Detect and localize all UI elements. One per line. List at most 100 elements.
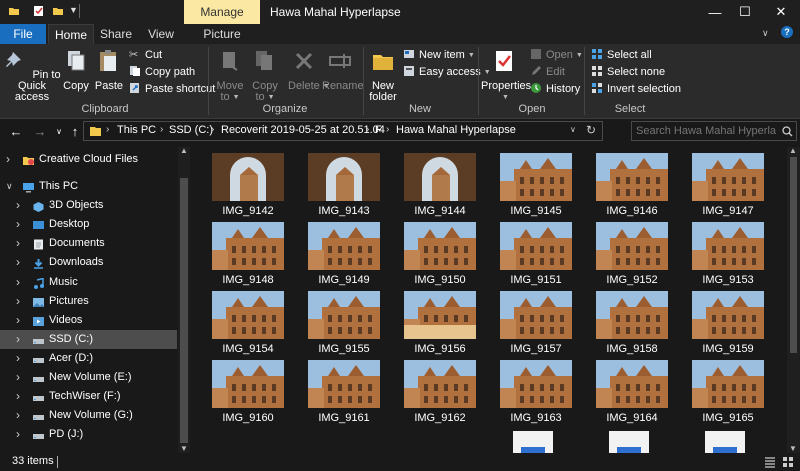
search-box[interactable] <box>631 121 797 141</box>
sidebar-item[interactable]: ∨ This PC <box>0 177 177 196</box>
chevron-right-icon[interactable]: › <box>16 234 20 253</box>
search-icon[interactable] <box>782 126 793 137</box>
content-scrollbar-thumb[interactable] <box>790 157 797 353</box>
sidebar-item[interactable]: › TechWiser (F:) <box>0 387 177 406</box>
properties-icon[interactable] <box>33 5 45 17</box>
file-tile[interactable] <box>513 431 553 453</box>
move-to-button[interactable]: Move to ▼ <box>214 48 246 103</box>
breadcrumb-separator: › <box>366 124 370 135</box>
scroll-up-arrow-icon[interactable]: ▲ <box>789 146 797 155</box>
address-dropdown-icon[interactable]: ∨ <box>570 125 576 134</box>
tab-share[interactable]: Share <box>97 24 135 44</box>
invert-selection-button[interactable]: Invert selection <box>591 82 681 96</box>
file-grid[interactable]: IMG_9142 IMG_9143 IMG_9144 IMG_9145 IMG_9146… <box>191 147 787 453</box>
minimize-button[interactable]: — <box>698 0 732 24</box>
chevron-right-icon[interactable]: › <box>6 150 10 169</box>
new-folder-button[interactable]: New folder <box>367 48 399 103</box>
breadcrumb-recoverit[interactable]: Recoverit 2019-05-25 at 20.51.04 <box>221 124 385 136</box>
image-thumbnail <box>500 153 572 201</box>
sidebar-item[interactable]: › Pictures <box>0 292 177 311</box>
scroll-up-arrow-icon[interactable]: ▲ <box>180 146 188 155</box>
tab-home[interactable]: Home <box>48 24 94 44</box>
ribbon-collapse-icon[interactable]: ∨ <box>762 28 769 39</box>
manage-context-tab[interactable]: Manage <box>184 0 260 24</box>
chevron-right-icon[interactable]: › <box>16 330 20 349</box>
copy-button[interactable]: Copy <box>62 48 90 92</box>
chevron-right-icon[interactable]: › <box>16 406 20 425</box>
maximize-button[interactable]: ☐ <box>728 0 762 24</box>
refresh-icon[interactable]: ↻ <box>586 123 596 137</box>
new-folder-label: New folder <box>369 80 397 103</box>
chevron-down-icon[interactable]: ∨ <box>6 177 13 196</box>
paste-shortcut-button[interactable]: Paste shortcut <box>129 82 215 96</box>
chevron-right-icon[interactable]: › <box>16 311 20 330</box>
chevron-right-icon[interactable]: › <box>16 387 20 406</box>
delete-label: Delete <box>288 80 320 92</box>
sidebar-item[interactable]: › Documents <box>0 234 177 253</box>
sidebar-item[interactable]: › SSD (C:) <box>0 330 177 349</box>
chevron-right-icon[interactable]: › <box>16 425 20 444</box>
paste-button[interactable]: Paste <box>94 48 124 92</box>
chevron-right-icon[interactable]: › <box>16 292 20 311</box>
tab-file[interactable]: File <box>0 24 46 44</box>
pin-to-quick-access-button[interactable]: Pin to Quick access <box>3 48 61 103</box>
breadcrumb-f[interactable]: F <box>375 124 382 136</box>
invert-selection-icon <box>592 83 602 93</box>
sidebar-item[interactable]: › New Volume (G:) <box>0 406 177 425</box>
sidebar-item[interactable]: › Music <box>0 273 177 292</box>
chevron-right-icon[interactable]: › <box>16 253 20 272</box>
address-bar[interactable]: › This PC › SSD (C:) › Recoverit 2019-05… <box>83 121 603 141</box>
qa-customize-icon[interactable]: ▼ <box>69 5 78 15</box>
file-name: IMG_9143 <box>318 205 370 217</box>
file-tile[interactable] <box>705 431 745 453</box>
properties-button[interactable]: Properties ▼ <box>481 48 531 103</box>
close-button[interactable]: ✕ <box>764 0 798 24</box>
sidebar-item[interactable]: › New Volume (E:) <box>0 368 177 387</box>
copy-path-button[interactable]: Copy path <box>129 65 195 79</box>
delete-button[interactable]: Delete ▼ <box>288 48 330 92</box>
chevron-right-icon[interactable]: › <box>16 349 20 368</box>
rename-button[interactable]: Rename <box>322 48 364 92</box>
history-button[interactable]: History <box>530 82 580 96</box>
select-all-label: Select all <box>607 49 652 61</box>
file-tile[interactable] <box>609 431 649 453</box>
navigation-pane[interactable]: › Creative Cloud Files ∨ This PC › 3D Objects… <box>0 146 190 453</box>
chevron-right-icon[interactable]: › <box>16 273 20 292</box>
new-folder-icon[interactable] <box>52 5 64 17</box>
drive-icon <box>32 372 45 383</box>
back-arrow-icon[interactable]: ← <box>7 122 25 140</box>
sidebar-item[interactable]: › PD (J:) <box>0 425 177 444</box>
select-none-button[interactable]: Select none <box>591 65 665 79</box>
chevron-right-icon[interactable]: › <box>16 215 20 234</box>
sidebar-item[interactable]: › Videos <box>0 311 177 330</box>
large-icons-view-icon[interactable] <box>782 456 794 468</box>
chevron-right-icon[interactable]: › <box>16 368 20 387</box>
sidebar-item[interactable]: › Downloads <box>0 253 177 272</box>
select-all-button[interactable]: Select all <box>591 48 652 62</box>
select-all-icon <box>592 49 602 59</box>
up-arrow-icon[interactable]: ↑ <box>66 122 84 140</box>
forward-arrow-icon[interactable]: → <box>31 122 49 140</box>
new-item-button[interactable]: New item ▼ <box>403 48 475 63</box>
open-button[interactable]: Open ▼ <box>530 48 583 63</box>
cut-button[interactable]: ✂ Cut <box>129 48 162 62</box>
tab-view[interactable]: View <box>142 24 180 44</box>
tab-picture-tools[interactable]: Picture Tools <box>188 24 256 61</box>
sidebar-item[interactable]: › 3D Objects <box>0 196 177 215</box>
sidebar-item[interactable]: › Desktop <box>0 215 177 234</box>
breadcrumb-current[interactable]: Hawa Mahal Hyperlapse <box>396 124 516 136</box>
details-view-icon[interactable] <box>764 456 776 468</box>
sidebar-item[interactable]: › Acer (D:) <box>0 349 177 368</box>
help-icon[interactable]: ? <box>781 26 793 38</box>
sidebar-item[interactable]: › Creative Cloud Files <box>0 150 177 169</box>
breadcrumb-this-pc[interactable]: This PC <box>117 124 156 136</box>
scroll-down-arrow-icon[interactable]: ▼ <box>789 444 797 453</box>
chevron-right-icon[interactable]: › <box>16 196 20 215</box>
copy-to-button[interactable]: Copy to ▼ <box>249 48 281 103</box>
file-name: IMG_9142 <box>222 205 274 217</box>
edit-button[interactable]: Edit <box>530 65 565 79</box>
sidebar-scrollbar-thumb[interactable] <box>180 178 188 443</box>
breadcrumb-ssd[interactable]: SSD (C:) <box>169 124 213 136</box>
scroll-down-arrow-icon[interactable]: ▼ <box>180 444 188 453</box>
search-input[interactable] <box>636 124 776 138</box>
